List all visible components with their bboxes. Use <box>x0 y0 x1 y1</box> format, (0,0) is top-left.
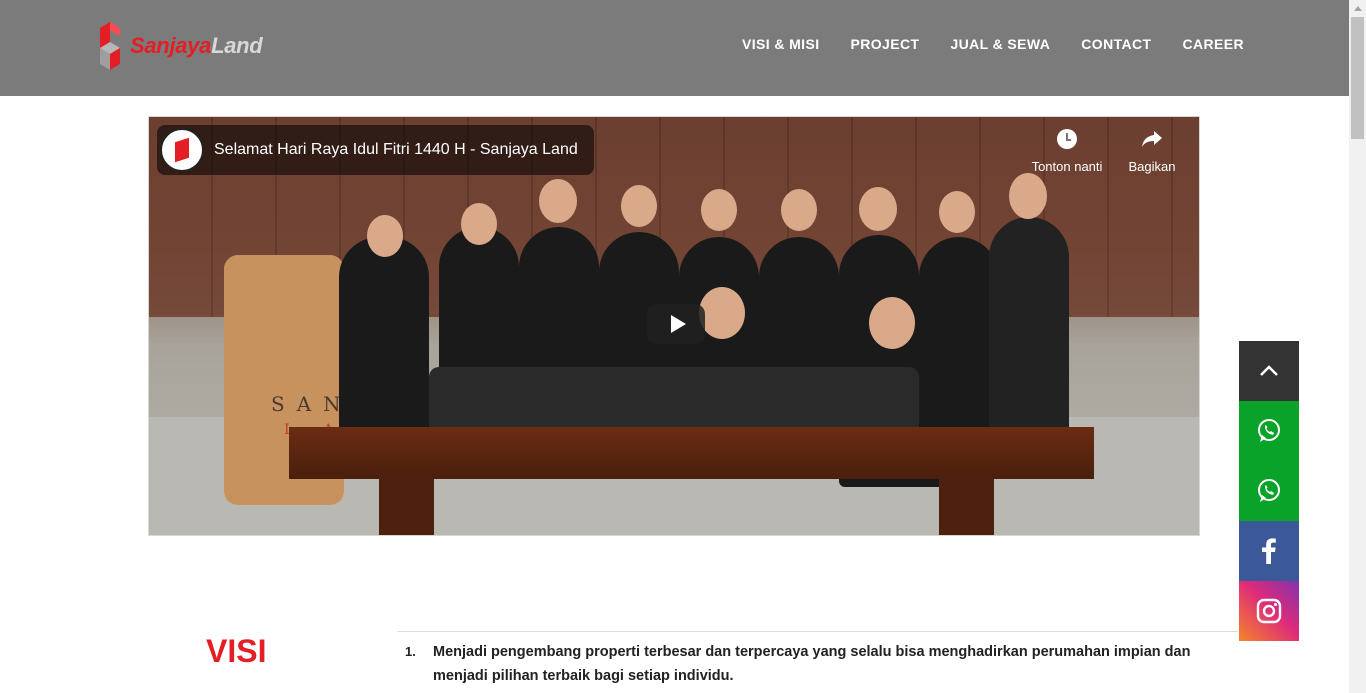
channel-avatar[interactable] <box>160 128 204 172</box>
logo-text: SanjayaLand <box>130 33 263 59</box>
nav-jual-sewa[interactable]: JUAL & SEWA <box>950 36 1050 52</box>
whatsapp-icon <box>1258 479 1280 502</box>
video-frame-table <box>289 427 1094 479</box>
video-title[interactable]: Selamat Hari Raya Idul Fitri 1440 H - Sa… <box>214 141 578 159</box>
clock-icon <box>1022 129 1112 151</box>
list-item: 1. Menjadi pengembang properti terbesar … <box>405 640 1205 688</box>
visi-list: 1. Menjadi pengembang properti terbesar … <box>405 640 1205 688</box>
logo-text-part2: Land <box>211 33 263 58</box>
whatsapp-button-1[interactable] <box>1239 401 1299 461</box>
nav-visi-misi[interactable]: VISI & MISI <box>742 36 820 52</box>
watch-later-label: Tonton nanti <box>1031 159 1103 174</box>
video-title-bar[interactable]: Selamat Hari Raya Idul Fitri 1440 H - Sa… <box>157 125 594 175</box>
back-to-top-button[interactable] <box>1239 341 1299 401</box>
chevron-up-icon <box>1260 365 1278 376</box>
whatsapp-button-2[interactable] <box>1239 461 1299 521</box>
instagram-icon <box>1256 598 1282 624</box>
instagram-button[interactable] <box>1239 581 1299 641</box>
logo-mark-icon <box>98 22 128 70</box>
facebook-button[interactable] <box>1239 521 1299 581</box>
site-header: SanjayaLand VISI & MISI PROJECT JUAL & S… <box>0 0 1349 96</box>
nav-project[interactable]: PROJECT <box>851 36 920 52</box>
scroll-thumb[interactable] <box>1351 17 1364 139</box>
visi-item-text: Menjadi pengembang properti terbesar dan… <box>433 644 1191 684</box>
play-icon[interactable] <box>647 304 705 344</box>
facebook-icon <box>1262 538 1276 564</box>
visi-divider <box>397 631 1238 632</box>
scroll-up-arrow-icon[interactable] <box>1349 0 1366 17</box>
floating-social-bar <box>1239 341 1299 641</box>
video-player[interactable]: SANJ LA Selamat Hari Raya Idul Fitri 144… <box>148 116 1200 536</box>
page-scrollbar[interactable] <box>1349 0 1366 693</box>
site-logo[interactable]: SanjayaLand <box>98 22 263 70</box>
share-label: Bagikan <box>1128 159 1176 174</box>
logo-text-part1: Sanjaya <box>130 33 212 58</box>
nav-contact[interactable]: CONTACT <box>1081 36 1151 52</box>
main-nav: VISI & MISI PROJECT JUAL & SEWA CONTACT … <box>742 36 1244 52</box>
watch-later-button[interactable]: Tonton nanti <box>1022 129 1112 174</box>
share-button[interactable]: Bagikan <box>1107 129 1197 174</box>
visi-item-number: 1. <box>405 644 416 659</box>
whatsapp-icon <box>1258 419 1280 442</box>
visi-heading: VISI <box>206 633 267 669</box>
nav-career[interactable]: CAREER <box>1182 36 1244 52</box>
share-arrow-icon <box>1107 129 1197 151</box>
